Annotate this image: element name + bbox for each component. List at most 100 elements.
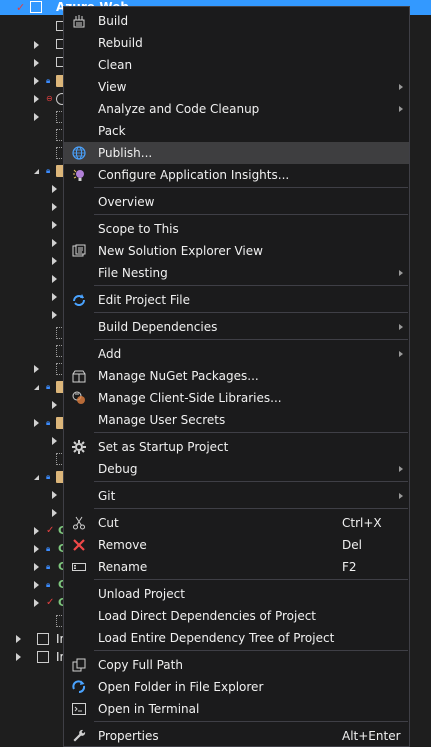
collapsed-arrow-icon[interactable]: [34, 41, 39, 49]
collapsed-arrow-icon[interactable]: [52, 239, 57, 247]
menu-item-clientlibs[interactable]: Manage Client-Side Libraries...: [64, 387, 409, 409]
menu-item-overview[interactable]: Overview: [64, 191, 409, 213]
tree-row[interactable]: [0, 54, 66, 72]
tree-row[interactable]: [0, 126, 68, 144]
collapsed-arrow-icon[interactable]: [52, 437, 57, 445]
collapsed-arrow-icon[interactable]: [52, 401, 57, 409]
collapsed-arrow-icon[interactable]: [34, 581, 39, 589]
tree-row[interactable]: [0, 486, 64, 504]
tree-row[interactable]: 🔒︎: [0, 414, 68, 432]
collapsed-arrow-icon[interactable]: [34, 563, 39, 571]
menu-item-openfolder[interactable]: Open Folder in File Explorer: [64, 676, 409, 698]
menu-item-publish[interactable]: Publish...: [64, 142, 409, 164]
tree-row[interactable]: [0, 36, 66, 54]
tree-row[interactable]: 🔒︎: [0, 378, 68, 396]
collapsed-arrow-icon[interactable]: [34, 545, 39, 553]
collapsed-arrow-icon[interactable]: [52, 203, 57, 211]
tree-row[interactable]: 🔒︎ C: [0, 540, 68, 558]
expanded-arrow-icon[interactable]: [34, 169, 39, 174]
menu-item-startup[interactable]: Set as Startup Project: [64, 436, 409, 458]
collapsed-arrow-icon[interactable]: [52, 293, 57, 301]
collapsed-arrow-icon[interactable]: [34, 77, 39, 85]
menu-item-add[interactable]: Add: [64, 343, 409, 365]
tree-row[interactable]: [0, 252, 64, 270]
tree-row[interactable]: [0, 270, 64, 288]
tree-row[interactable]: [0, 306, 64, 324]
menu-item-debug[interactable]: Debug: [64, 458, 409, 480]
tree-row[interactable]: [0, 360, 68, 378]
menu-item-terminal[interactable]: Open in Terminal: [64, 698, 409, 720]
tree-row[interactable]: [0, 18, 66, 36]
collapsed-arrow-icon[interactable]: [34, 419, 39, 427]
menu-item-view[interactable]: View: [64, 76, 409, 98]
menu-item-rename[interactable]: Rename F2: [64, 556, 409, 578]
tree-row[interactable]: ⊖: [0, 90, 68, 108]
menu-item-clean[interactable]: Clean: [64, 54, 409, 76]
tree-row[interactable]: [0, 504, 64, 522]
menu-item-label: Git: [98, 489, 116, 503]
tree-row[interactable]: In: [0, 648, 67, 666]
tree-row[interactable]: ✓ C: [0, 594, 68, 612]
collapsed-arrow-icon[interactable]: [52, 257, 57, 265]
tree-row[interactable]: [0, 396, 64, 414]
tree-row[interactable]: 🔒︎ C: [0, 558, 68, 576]
menu-item-build[interactable]: Build: [64, 10, 409, 32]
menu-item-builddeps[interactable]: Build Dependencies: [64, 316, 409, 338]
tree-row[interactable]: ✓ C: [0, 522, 68, 540]
menu-item-nesting[interactable]: File Nesting: [64, 262, 409, 284]
menu-item-insights[interactable]: Configure Application Insights...: [64, 164, 409, 186]
menu-item-newview[interactable]: New Solution Explorer View: [64, 240, 409, 262]
menu-item-copypath[interactable]: Copy Full Path: [64, 654, 409, 676]
menu-item-secrets[interactable]: Manage User Secrets: [64, 409, 409, 431]
menu-item-editproj[interactable]: Edit Project File: [64, 289, 409, 311]
expanded-arrow-icon[interactable]: [34, 385, 39, 390]
tree-row[interactable]: 🔒︎: [0, 162, 68, 180]
tree-row[interactable]: [0, 108, 68, 126]
collapsed-arrow-icon[interactable]: [16, 653, 21, 661]
collapsed-arrow-icon[interactable]: [52, 311, 57, 319]
tree-row[interactable]: [0, 216, 64, 234]
menu-item-analyze[interactable]: Analyze and Code Cleanup: [64, 98, 409, 120]
collapsed-arrow-icon[interactable]: [52, 185, 57, 193]
tree-row[interactable]: [0, 288, 64, 306]
collapsed-arrow-icon[interactable]: [52, 275, 57, 283]
submenu-arrow-icon: [399, 270, 403, 276]
collapsed-arrow-icon[interactable]: [52, 509, 57, 517]
gear-icon: [71, 439, 87, 455]
tree-row[interactable]: [0, 612, 68, 630]
collapsed-arrow-icon[interactable]: [34, 527, 39, 535]
expanded-arrow-icon[interactable]: [34, 475, 39, 480]
menu-item-loaddirect[interactable]: Load Direct Dependencies of Project: [64, 605, 409, 627]
collapsed-arrow-icon[interactable]: [34, 113, 39, 121]
collapsed-arrow-icon[interactable]: [34, 365, 39, 373]
collapsed-arrow-icon[interactable]: [52, 221, 57, 229]
tree-row[interactable]: 🔒︎ C: [0, 576, 68, 594]
menu-item-unload[interactable]: Unload Project: [64, 583, 409, 605]
tree-row[interactable]: [0, 324, 68, 342]
menu-item-pack[interactable]: Pack: [64, 120, 409, 142]
tree-row[interactable]: 🔒︎: [0, 72, 68, 90]
tree-row[interactable]: [0, 432, 64, 450]
tree-row[interactable]: [0, 234, 64, 252]
menu-item-loadtree[interactable]: Load Entire Dependency Tree of Project: [64, 627, 409, 649]
menu-item-rebuild[interactable]: Rebuild: [64, 32, 409, 54]
tree-row[interactable]: [0, 144, 68, 162]
menu-item-git[interactable]: Git: [64, 485, 409, 507]
menu-item-nuget[interactable]: Manage NuGet Packages...: [64, 365, 409, 387]
tree-row[interactable]: [0, 450, 68, 468]
menu-item-scope[interactable]: Scope to This: [64, 218, 409, 240]
menu-separator: [94, 508, 408, 509]
collapsed-arrow-icon[interactable]: [16, 635, 21, 643]
menu-item-remove[interactable]: Remove Del: [64, 534, 409, 556]
tree-row[interactable]: In: [0, 630, 67, 648]
menu-item-cut[interactable]: Cut Ctrl+X: [64, 512, 409, 534]
collapsed-arrow-icon[interactable]: [34, 59, 39, 67]
tree-row[interactable]: [0, 342, 68, 360]
tree-row[interactable]: [0, 180, 64, 198]
collapsed-arrow-icon[interactable]: [52, 491, 57, 499]
collapsed-arrow-icon[interactable]: [34, 599, 39, 607]
tree-row[interactable]: 🔒︎: [0, 468, 68, 486]
collapsed-arrow-icon[interactable]: [34, 95, 39, 103]
menu-item-properties[interactable]: Properties Alt+Enter: [64, 725, 409, 747]
tree-row[interactable]: [0, 198, 64, 216]
